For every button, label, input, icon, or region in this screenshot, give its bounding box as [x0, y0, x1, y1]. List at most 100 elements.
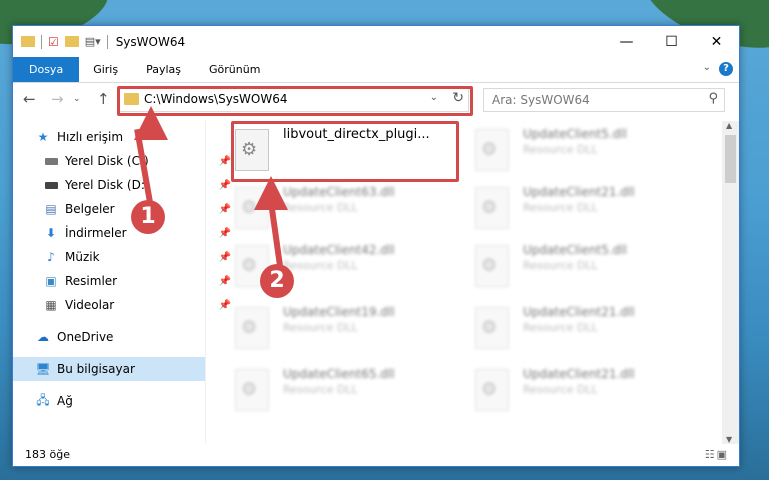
sidebar-item-videos[interactable]: ▦ Videolar 📌 — [13, 293, 235, 317]
explorer-window: ☑ ▤▾ SysWOW64 — ☐ ✕ Dosya Giriş Paylaş G… — [12, 25, 740, 467]
file-type: Resource DLL — [523, 383, 598, 396]
sidebar-item-music[interactable]: ♪ Müzik 📌 — [13, 245, 235, 269]
sidebar-item-onedrive[interactable]: ☁ OneDrive — [13, 325, 227, 349]
file-type: Resource DLL — [283, 201, 358, 214]
file-type: Resource DLL — [523, 143, 598, 156]
file-item[interactable]: ⚙ UpdateClient19.dll Resource DLL — [217, 299, 447, 355]
annotation-step-1: 1 — [131, 200, 165, 234]
star-icon: ★ — [37, 130, 49, 144]
file-type: Resource DLL — [283, 383, 358, 396]
forward-arrow-icon[interactable]: → — [51, 90, 64, 108]
toolbar-separator — [106, 34, 108, 49]
sidebar-item-label: Resimler — [65, 274, 118, 288]
view-toggle-icons[interactable]: ☷▣ — [705, 448, 729, 461]
status-bar: 183 öğe ☷▣ — [13, 444, 739, 466]
sidebar-item-pictures[interactable]: ▣ Resimler 📌 — [13, 269, 235, 293]
sidebar-item-label: OneDrive — [57, 330, 114, 344]
navigation-bar: ← → ⌄ ↑ C:\Windows\SysWOW64 ⌄ ↻ Ara: Sys… — [13, 83, 739, 117]
sidebar-item-label: Yerel Disk (D:) — [65, 178, 150, 192]
tab-share[interactable]: Paylaş — [132, 57, 195, 82]
toolbar-separator — [41, 34, 42, 49]
title-bar: ☑ ▤▾ SysWOW64 — ☐ ✕ — [13, 26, 739, 57]
file-type: Resource DLL — [523, 321, 598, 334]
sidebar-item-label: Yerel Disk (C:) — [65, 154, 149, 168]
drive-icon — [43, 153, 59, 169]
sidebar-item-label: Ağ — [57, 394, 73, 408]
computer-icon: 🖥 — [35, 362, 51, 376]
file-name: UpdateClient21.dll — [523, 305, 635, 319]
file-name: UpdateClient21.dll — [523, 185, 635, 199]
file-item[interactable]: ⚙ UpdateClient5.dll Resource DLL — [457, 237, 687, 293]
gear-icon: ⚙ — [481, 317, 498, 338]
sidebar-item-label: Belgeler — [65, 202, 115, 216]
close-button[interactable]: ✕ — [694, 26, 739, 57]
expand-ribbon-icon[interactable]: ⌄ — [703, 62, 711, 73]
file-name: UpdateClient19.dll — [283, 305, 395, 319]
file-name: UpdateClient5.dll — [523, 127, 627, 141]
file-item[interactable]: ⚙ UpdateClient21.dll Resource DLL — [457, 179, 687, 235]
gear-icon: ⚙ — [481, 379, 498, 400]
back-arrow-icon[interactable]: ← — [23, 90, 36, 108]
minimize-button[interactable]: — — [604, 26, 649, 57]
drive-icon — [43, 177, 59, 193]
navigation-pane: ★ Hızlı erişim Yerel Disk (C:) 📌 Yerel D… — [13, 121, 231, 444]
pictures-icon: ▣ — [45, 274, 57, 288]
folder-icon[interactable] — [21, 36, 35, 47]
scroll-up-icon[interactable]: ▲ — [726, 121, 732, 130]
file-item[interactable]: ⚙ UpdateClient63.dll Resource DLL — [217, 179, 447, 235]
search-box[interactable]: Ara: SysWOW64 ⚲ — [483, 88, 725, 112]
recent-locations-icon[interactable]: ⌄ — [73, 94, 81, 104]
file-type: Resource DLL — [523, 259, 598, 272]
sidebar-item-downloads[interactable]: ⬇ İndirmeler 📌 — [13, 221, 235, 245]
sidebar-item-disk-d[interactable]: Yerel Disk (D:) 📌 — [13, 173, 235, 197]
gear-icon: ⚙ — [241, 379, 258, 400]
network-icon: 🖧 — [36, 392, 50, 407]
maximize-button[interactable]: ☐ — [649, 26, 694, 57]
vertical-scrollbar[interactable]: ▲ ▼ — [722, 121, 739, 444]
sidebar-item-documents[interactable]: ▤ Belgeler 📌 — [13, 197, 235, 221]
file-name: UpdateClient42.dll — [283, 243, 395, 257]
file-type: Resource DLL — [283, 321, 358, 334]
file-item[interactable]: ⚙ UpdateClient21.dll Resource DLL — [457, 361, 687, 417]
scroll-down-icon[interactable]: ▼ — [726, 435, 732, 444]
file-item[interactable]: ⚙ UpdateClient65.dll Resource DLL — [217, 361, 447, 417]
file-highlight — [231, 121, 459, 182]
videos-icon: ▦ — [45, 298, 57, 312]
sidebar-item-network[interactable]: 🖧 Ağ — [13, 389, 227, 413]
music-icon: ♪ — [47, 250, 55, 264]
search-placeholder: Ara: SysWOW64 — [492, 93, 590, 107]
file-item[interactable]: ⚙ UpdateClient21.dll Resource DLL — [457, 299, 687, 355]
customize-toolbar-icon[interactable]: ▤▾ — [85, 35, 101, 48]
file-type: Resource DLL — [523, 201, 598, 214]
gear-icon: ⚙ — [241, 255, 258, 276]
sidebar-item-label: İndirmeler — [65, 226, 127, 240]
quick-access-toolbar: ☑ ▤▾ — [13, 26, 108, 57]
file-name: UpdateClient21.dll — [523, 367, 635, 381]
address-bar-highlight — [117, 86, 473, 116]
tab-file[interactable]: Dosya — [13, 57, 80, 82]
file-name: UpdateClient65.dll — [283, 367, 395, 381]
file-name: UpdateClient63.dll — [283, 185, 395, 199]
file-type: Resource DLL — [283, 259, 358, 272]
scroll-thumb[interactable] — [725, 135, 736, 183]
properties-icon[interactable]: ☑ — [48, 35, 59, 49]
documents-icon: ▤ — [45, 202, 57, 216]
sidebar-item-disk-c[interactable]: Yerel Disk (C:) 📌 — [13, 149, 235, 173]
file-item[interactable]: ⚙ UpdateClient5.dll Resource DLL — [457, 121, 687, 177]
new-folder-icon[interactable] — [64, 36, 79, 47]
sidebar-item-label: Bu bilgisayar — [57, 362, 135, 376]
sidebar-item-this-pc[interactable]: 🖥 Bu bilgisayar — [13, 357, 205, 381]
up-arrow-icon[interactable]: ↑ — [97, 90, 110, 108]
annotation-step-2: 2 — [260, 264, 294, 298]
gear-icon: ⚙ — [241, 317, 258, 338]
help-icon[interactable]: ? — [719, 62, 733, 76]
file-item[interactable]: ⚙ UpdateClient42.dll Resource DLL — [217, 237, 447, 293]
item-count: 183 öğe — [25, 448, 70, 461]
file-name: UpdateClient5.dll — [523, 243, 627, 257]
ribbon-tabs: Dosya Giriş Paylaş Görünüm ⌄ ? — [13, 57, 739, 83]
sidebar-item-quick-access[interactable]: ★ Hızlı erişim — [13, 125, 227, 149]
tab-view[interactable]: Görünüm — [195, 57, 274, 82]
tab-home[interactable]: Giriş — [79, 57, 132, 82]
sidebar-item-label: Videolar — [65, 298, 115, 312]
window-title: SysWOW64 — [115, 34, 186, 49]
